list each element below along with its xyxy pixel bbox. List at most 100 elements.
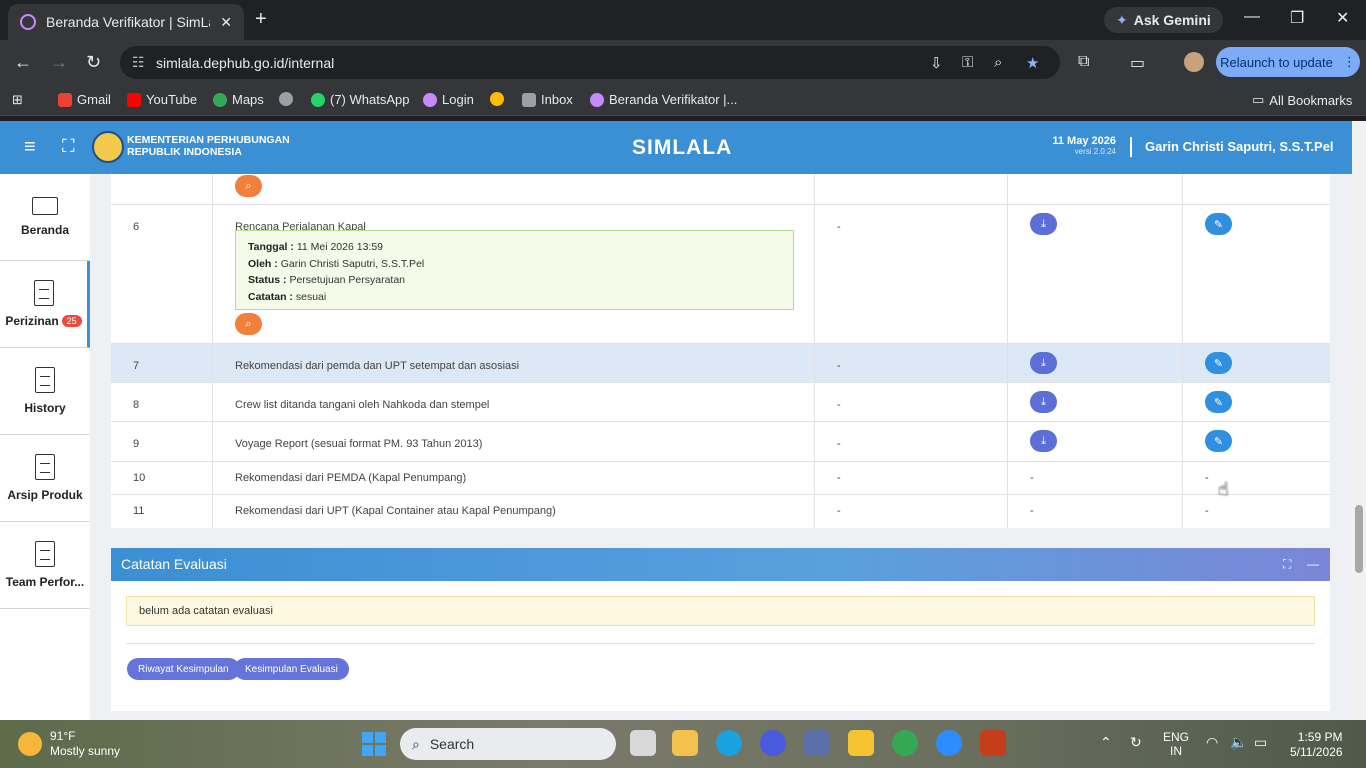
hamburger-menu-icon[interactable]: ≡ bbox=[24, 136, 36, 159]
new-tab-button[interactable]: + bbox=[255, 8, 267, 31]
all-bookmarks[interactable]: ▭ All Bookmarks bbox=[1252, 92, 1352, 108]
bookmark-beranda[interactable]: Beranda Verifikator |... bbox=[590, 92, 737, 107]
maximize-icon[interactable]: ❐ bbox=[1290, 8, 1304, 28]
task-view-icon[interactable] bbox=[630, 730, 656, 756]
edit-button[interactable]: ✎ bbox=[1205, 430, 1232, 452]
row-number: 11 bbox=[111, 495, 213, 528]
browser-tab-active[interactable]: Beranda Verifikator | SimLala ✕ bbox=[8, 4, 244, 40]
zoom-icon[interactable]: ⌕ bbox=[994, 54, 1002, 71]
edit-button[interactable]: ✎ bbox=[1205, 213, 1232, 235]
collapse-icon[interactable]: — bbox=[1307, 557, 1319, 571]
sync-icon[interactable]: ↻ bbox=[1130, 734, 1142, 751]
globe-icon bbox=[279, 92, 293, 106]
system-clock[interactable]: 1:59 PM 5/11/2026 bbox=[1290, 730, 1343, 760]
bookmark-inbox[interactable]: Inbox bbox=[522, 92, 573, 107]
row-number: 6 bbox=[111, 205, 213, 343]
minimize-icon[interactable]: — bbox=[1244, 8, 1260, 26]
scrollbar-thumb[interactable] bbox=[1355, 505, 1363, 573]
bookmark-globe[interactable] bbox=[279, 92, 293, 106]
gmail-icon bbox=[58, 92, 72, 107]
card-title: Catatan Evaluasi bbox=[121, 556, 227, 572]
camera-icon[interactable] bbox=[804, 730, 830, 756]
language-indicator[interactable]: ENG IN bbox=[1163, 730, 1189, 758]
download-button[interactable]: ⤓ bbox=[1030, 430, 1057, 452]
close-tab-icon[interactable]: ✕ bbox=[220, 14, 232, 31]
temperature: 91°F bbox=[50, 729, 76, 743]
close-window-icon[interactable]: ✕ bbox=[1336, 8, 1349, 28]
address-bar[interactable]: ☷ simlala.dephub.go.id/internal ⇩ ⚿ ⌕ ★ bbox=[120, 46, 1060, 79]
requirement-name: Rekomendasi dari pemda dan UPT setempat … bbox=[213, 344, 815, 382]
table-row: 9 Voyage Report (sesuai format PM. 93 Ta… bbox=[111, 422, 1330, 462]
bookmark-whatsapp[interactable]: (7) WhatsApp bbox=[311, 92, 409, 107]
sidebar-item-arsip-produk[interactable]: Arsip Produk bbox=[0, 435, 90, 522]
sidebar-item-perizinan[interactable]: Perizinan 25 bbox=[0, 261, 90, 348]
zoom-app-icon[interactable] bbox=[936, 730, 962, 756]
start-button[interactable] bbox=[362, 732, 386, 756]
view-history-button[interactable]: ⌕ bbox=[235, 313, 262, 335]
edge-icon[interactable] bbox=[716, 730, 742, 756]
sidebar-item-beranda[interactable]: Beranda bbox=[0, 174, 90, 261]
browser-toolbar: ← → ↻ ☷ simlala.dephub.go.id/internal ⇩ … bbox=[0, 40, 1366, 84]
back-icon[interactable]: ← bbox=[14, 52, 32, 73]
ministry-logo bbox=[92, 131, 124, 163]
sidebar: Beranda Perizinan 25 History Arsip Produ… bbox=[0, 174, 90, 720]
expand-icon[interactable]: ⛶ bbox=[1283, 557, 1291, 572]
file-explorer-icon[interactable] bbox=[672, 730, 698, 756]
powerpoint-icon[interactable] bbox=[980, 730, 1006, 756]
sticky-notes-icon[interactable] bbox=[848, 730, 874, 756]
more-menu-icon[interactable]: ⋮ bbox=[1343, 54, 1356, 70]
bookmark-gmail[interactable]: Gmail bbox=[58, 92, 111, 107]
perizinan-count-badge: 25 bbox=[61, 315, 82, 327]
show-hidden-icons[interactable]: ⌃ bbox=[1100, 734, 1112, 751]
bookmark-star-icon[interactable]: ★ bbox=[1026, 54, 1039, 72]
table-row: 8 Crew list ditanda tangani oleh Nahkoda… bbox=[111, 383, 1330, 422]
bookmark-youtube[interactable]: YouTube bbox=[127, 92, 197, 107]
apps-grid-icon[interactable]: ⊞ bbox=[12, 92, 23, 108]
view-history-button[interactable]: ⌕ bbox=[235, 175, 262, 197]
install-app-icon[interactable]: ⇩ bbox=[930, 54, 943, 72]
relaunch-button[interactable]: Relaunch to update ⋮ bbox=[1216, 47, 1360, 77]
weather-widget[interactable]: 91°F Mostly sunny bbox=[18, 729, 120, 759]
bookmark-maps[interactable]: Maps bbox=[213, 92, 264, 107]
download-button[interactable]: ⤓ bbox=[1030, 391, 1057, 413]
table-row: 7 Rekomendasi dari pemda dan UPT setempa… bbox=[111, 344, 1330, 383]
battery-icon[interactable]: ▭ bbox=[1254, 734, 1267, 751]
riwayat-kesimpulan-button[interactable]: Riwayat Kesimpulan bbox=[127, 658, 240, 680]
fullscreen-icon[interactable]: ⛶ bbox=[62, 136, 75, 157]
forward-icon[interactable]: → bbox=[50, 52, 68, 73]
volume-icon[interactable]: 🔈 bbox=[1230, 734, 1247, 751]
document-icon bbox=[35, 367, 55, 393]
side-panel-icon[interactable]: ▭ bbox=[1130, 53, 1145, 73]
taskbar-search[interactable]: ⌕ Search bbox=[400, 728, 616, 760]
verification-info-box: Tanggal : 11 Mei 2026 13:59 Oleh : Garin… bbox=[235, 230, 794, 310]
download-button[interactable]: ⤓ bbox=[1030, 352, 1057, 374]
sidebar-item-history[interactable]: History bbox=[0, 348, 90, 435]
windows-taskbar: 91°F Mostly sunny ⌕ Search ⌃ ↻ ENG IN ◠ … bbox=[0, 720, 1366, 768]
profile-avatar[interactable] bbox=[1184, 52, 1204, 72]
password-key-icon[interactable]: ⚿ bbox=[962, 54, 973, 71]
browser-tabbar: Beranda Verifikator | SimLala ✕ + ✦ Ask … bbox=[0, 0, 1366, 40]
reload-icon[interactable]: ↻ bbox=[86, 52, 101, 73]
download-empty: - bbox=[1008, 462, 1183, 494]
site-info-icon[interactable]: ☷ bbox=[132, 54, 145, 71]
requirements-table: ⌕ 6 Rencana Perjalanan Kapal Tanggal : 1… bbox=[111, 174, 1330, 528]
edit-button[interactable]: ✎ bbox=[1205, 352, 1232, 374]
chrome-icon[interactable] bbox=[892, 730, 918, 756]
app-icon[interactable] bbox=[760, 730, 786, 756]
row-number: 7 bbox=[111, 344, 213, 382]
bookmark-photos[interactable] bbox=[490, 92, 504, 106]
ask-gemini-button[interactable]: ✦ Ask Gemini bbox=[1104, 7, 1223, 33]
card-header: Catatan Evaluasi ⛶ — bbox=[111, 548, 1330, 581]
app-header: ≡ ⛶ KEMENTERIAN PERHUBUNGAN REPUBLIK IND… bbox=[0, 121, 1352, 174]
kesimpulan-evaluasi-button[interactable]: Kesimpulan Evaluasi bbox=[234, 658, 349, 680]
page-scrollbar[interactable] bbox=[1352, 121, 1366, 720]
extensions-icon[interactable]: ⧉ bbox=[1078, 53, 1089, 71]
url-text: simlala.dephub.go.id/internal bbox=[156, 54, 335, 71]
download-button[interactable]: ⤓ bbox=[1030, 213, 1057, 235]
wifi-icon[interactable]: ◠ bbox=[1206, 734, 1218, 751]
keterangan: - bbox=[815, 383, 1008, 421]
edit-button[interactable]: ✎ bbox=[1205, 391, 1232, 413]
user-name[interactable]: Garin Christi Saputri, S.S.T.Pel bbox=[1145, 139, 1334, 154]
bookmark-login[interactable]: Login bbox=[423, 92, 474, 107]
sidebar-item-team-performance[interactable]: Team Perfor... bbox=[0, 522, 90, 609]
